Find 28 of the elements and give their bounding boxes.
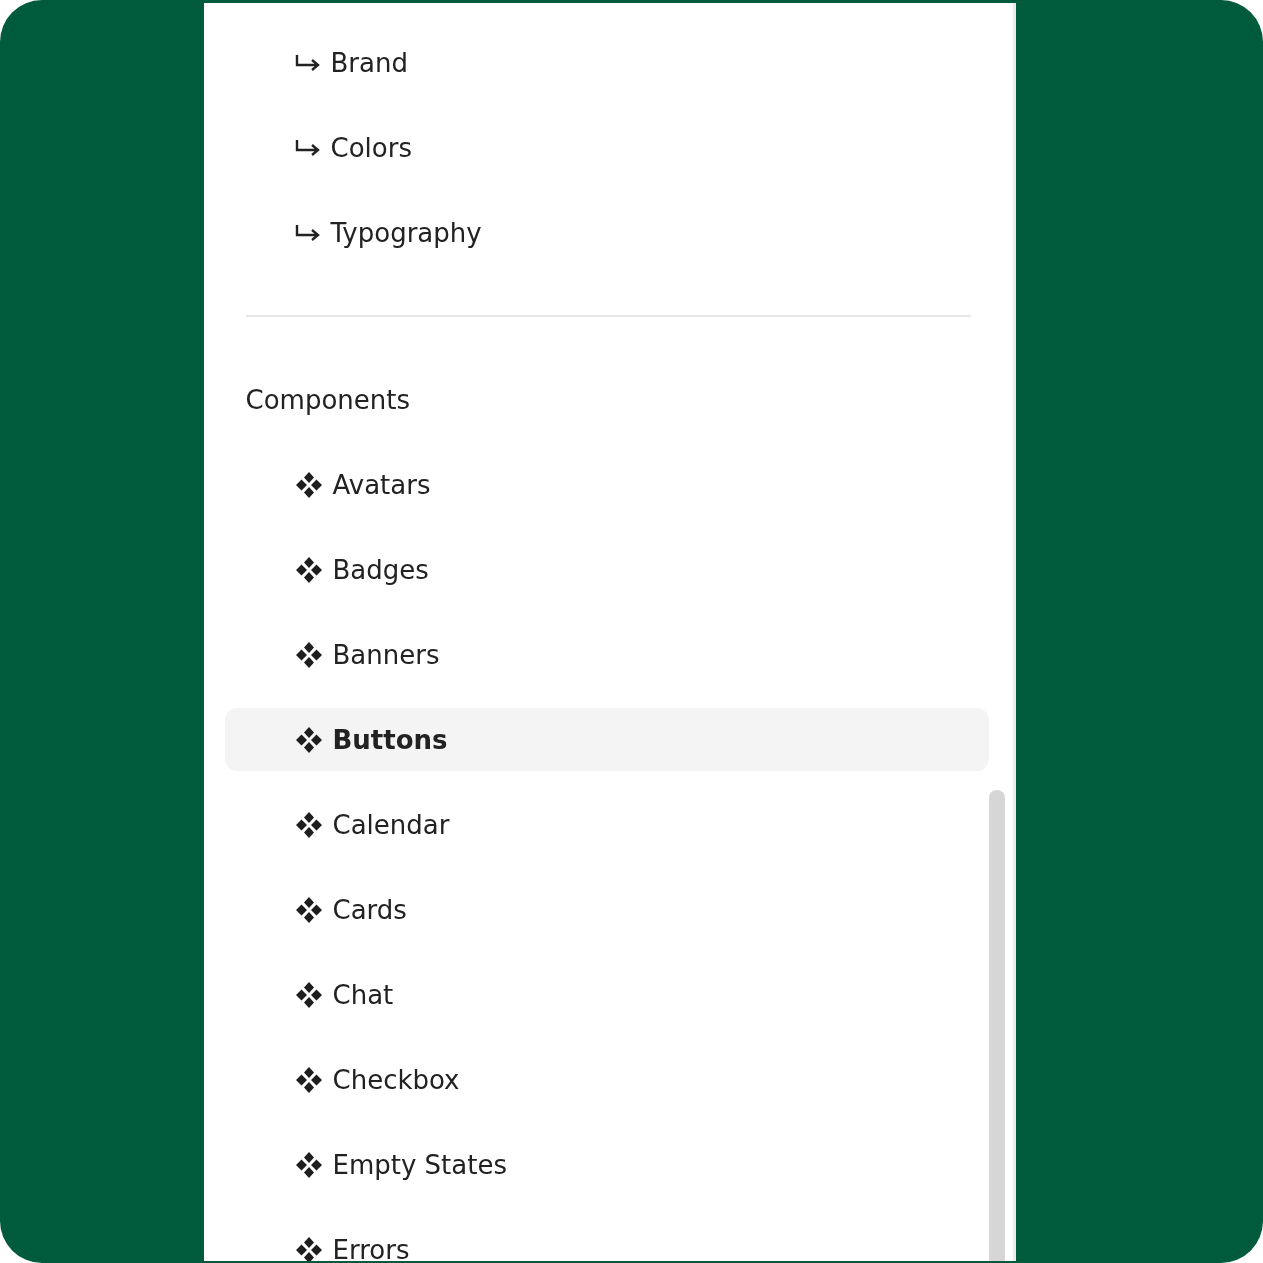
sidebar-item[interactable]: Buttons — [224, 708, 989, 771]
sidebar-item[interactable]: Banners — [224, 623, 989, 686]
component-icon — [294, 555, 323, 584]
return-arrow-icon — [294, 138, 321, 157]
sidebar-item[interactable]: Chat — [224, 963, 989, 1026]
sidebar-item[interactable]: Colors — [224, 116, 989, 179]
component-icon — [294, 640, 323, 669]
sidebar-item[interactable]: Avatars — [224, 453, 989, 516]
sidebar-item[interactable]: Empty States — [224, 1133, 989, 1196]
sidebar-item[interactable]: Calendar — [224, 793, 989, 856]
component-icon — [294, 980, 323, 1009]
component-icon — [294, 1065, 323, 1094]
sidebar-item[interactable]: Typography — [224, 201, 989, 264]
section-heading: Components — [244, 383, 411, 417]
sidebar-item[interactable]: Badges — [224, 538, 989, 601]
scrollbar[interactable] — [988, 790, 1005, 1261]
component-icon — [294, 810, 323, 839]
sidebar-item[interactable]: Errors — [224, 1218, 989, 1261]
component-icon — [294, 1150, 323, 1179]
component-icon — [294, 1235, 323, 1261]
sidebar-item[interactable]: Cards — [224, 878, 989, 941]
return-arrow-icon — [294, 53, 321, 72]
sidebar-item[interactable]: Checkbox — [224, 1048, 989, 1111]
return-arrow-icon — [294, 223, 321, 242]
component-icon — [294, 725, 323, 754]
sidebar-item[interactable]: Brand — [224, 31, 989, 94]
component-icon — [294, 895, 323, 924]
component-icon — [294, 470, 323, 499]
